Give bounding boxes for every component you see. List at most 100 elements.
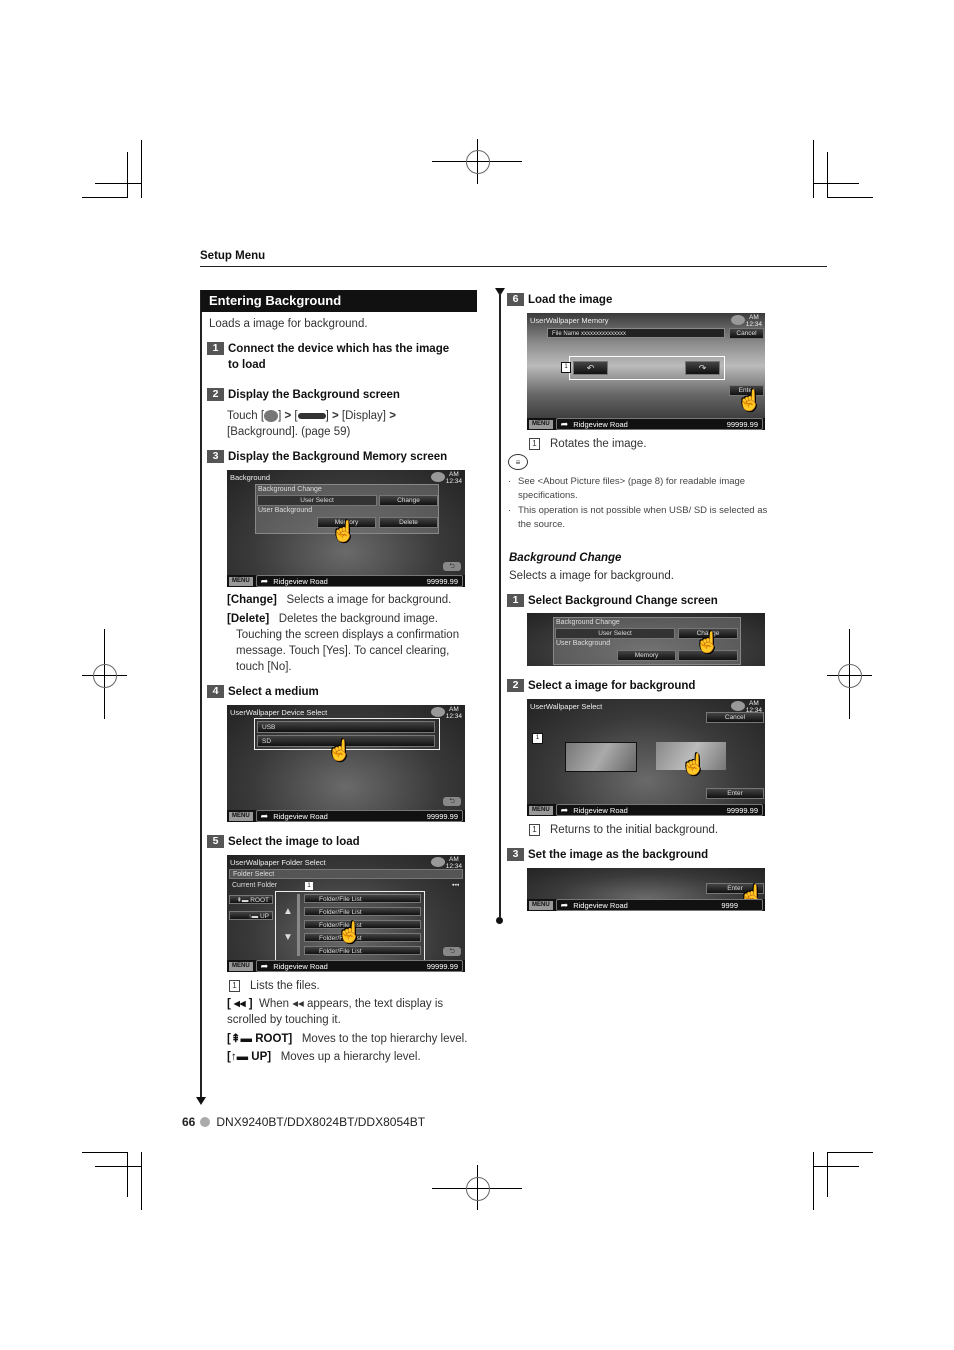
clock: AM 12:34 [445,471,462,485]
crop-mark [827,197,873,198]
back-button[interactable]: ⮌ [443,947,461,956]
menu-button[interactable]: MENU [529,900,553,910]
callout-note: 1 Lists the files. [229,978,479,994]
road-name: Ridgeview Road [273,961,328,971]
screen-title: UserWallpaper Select [530,702,603,711]
file-list-item[interactable]: Folder/File List [304,920,421,929]
group-label: User Background [556,640,611,647]
distance: 9999 [721,900,738,910]
file-list-item[interactable]: Folder/File List [304,946,421,955]
globe-icon[interactable] [731,315,745,325]
distance: 99999.99 [426,811,458,821]
step-number: 1 [207,342,224,355]
file-name-field: File Name xxxxxxxxxxxxxxx [547,328,725,338]
rotate-left-button[interactable]: ↶ [573,361,608,375]
step-6: 6 Load the image [507,292,612,308]
pointing-hand-icon: ☝ [327,740,352,762]
scroll-down-icon[interactable]: ▼ [283,932,293,943]
menu-button[interactable]: MENU [229,576,253,586]
status-bar: MENU ➦ Ridgeview Road 99999.99 [227,960,465,972]
nav-info[interactable]: ➦ Ridgeview Road 99999.99 [555,418,763,430]
scrollbar[interactable] [297,894,300,956]
step-title: Connect the device which has the image [228,343,450,355]
menu-button[interactable]: MENU [529,419,553,429]
enter-button[interactable]: Enter [706,788,764,799]
change-button[interactable]: Change [379,495,438,506]
notes-list: See <About Picture files> (page 8) for r… [508,475,770,533]
nav-info[interactable]: ➦ Ridgeview Road 99999.99 [555,804,763,816]
header-rule [200,266,827,267]
memory-button[interactable]: Memory [617,650,676,661]
chevron-icon: > [331,410,339,422]
pointing-hand-icon: ☝ [681,754,706,776]
file-list-item[interactable]: Folder/File List [304,933,421,942]
scroll-up-icon[interactable]: ▲ [283,906,293,917]
subsection-intro: Selects a image for background. [509,570,674,582]
step-title: to load [228,359,266,371]
group-label: Background Change [258,486,322,493]
section-title: Entering Background [201,290,477,312]
model-numbers: DNX9240BT/DDX8024BT/DDX8054BT [216,1115,426,1129]
menu-button[interactable]: MENU [229,961,253,971]
device-usb[interactable]: USB [257,721,435,733]
label: UP [259,913,269,920]
root-button[interactable]: ⇞▬ ROOT [229,895,273,904]
nav-info[interactable]: ➦ Ridgeview Road 99999.99 [255,575,463,587]
step-bg-2: 2 Select a image for background [507,678,695,694]
road-name: Ridgeview Road [573,805,628,815]
menu-button[interactable]: MENU [229,811,253,821]
step-3: 3 Display the Background Memory screen [207,449,447,465]
nav-info[interactable]: ➦ Ridgeview Road 99999.99 [255,810,463,822]
callout-note: 1 Returns to the initial background. [529,822,718,838]
globe-icon[interactable] [731,701,745,711]
step-title: Display the Background Memory screen [228,451,448,463]
pointing-hand-icon: ☝ [737,390,762,412]
up-folder-icon: ↑▬ [230,1051,249,1063]
nav-info[interactable]: ➦ Ridgeview Road 99999.99 [255,960,463,972]
group-label: User Background [258,507,313,514]
note-item: See <About Picture files> (page 8) for r… [508,475,770,503]
status-bar: MENU ➦ Ridgeview Road 9999 [527,899,765,911]
scroll-icon[interactable]: ◂◂◂ [451,882,459,888]
distance: 99999.99 [726,805,758,815]
back-button[interactable]: ⮌ [443,797,461,806]
rotate-right-button[interactable]: ↷ [685,361,720,375]
turn-right-icon: ➦ [260,810,269,821]
status-bar: MENU ➦ Ridgeview Road 99999.99 [227,575,465,587]
user-select-field[interactable]: User Select [555,628,675,639]
section-label: Setup Menu [200,250,266,262]
file-list-item[interactable]: Folder/File List [304,894,421,903]
crop-mark [827,1152,828,1197]
up-button[interactable]: ↑▬ UP [229,911,273,920]
note-item: This operation is not possible when USB/… [508,504,770,532]
screen-set-background: Enter ☝ MENU ➦ Ridgeview Road 9999 [527,868,765,911]
clock: AM 12:34 [745,314,762,328]
crop-mark [95,183,142,184]
step-title: Select a image for background [528,680,696,692]
globe-icon[interactable] [431,472,445,482]
text: [Display] [338,410,390,422]
globe-icon[interactable] [431,857,445,867]
globe-icon[interactable] [431,707,445,717]
cancel-button[interactable]: Cancel [706,712,764,723]
nav-info[interactable]: ➦ Ridgeview Road 9999 [555,899,763,911]
cancel-button[interactable]: Cancel [729,328,764,339]
status-bar: MENU ➦ Ridgeview Road 99999.99 [527,418,765,430]
folder-select-label: Folder Select [229,869,463,879]
clock: AM 12:34 [445,856,462,870]
screen-title: Background [230,473,271,482]
step-number: 2 [507,679,524,692]
step-title: Select a medium [228,686,319,698]
delete-button[interactable]: Delete [379,517,438,528]
step-number: 3 [207,450,224,463]
initial-background-thumbnail[interactable] [565,742,637,772]
back-button[interactable]: ⮌ [443,562,461,571]
file-list-item[interactable]: Folder/File List [304,907,421,916]
page-number: 66 [182,1115,196,1129]
label: [ ◂◂ ] [227,998,253,1010]
step-title: Select Background Change screen [528,595,718,607]
user-select-field[interactable]: User Select [257,495,377,506]
callout-marker: 1 [561,362,571,373]
menu-button[interactable]: MENU [529,805,553,815]
up-note: [↑▬ UP] Moves up a hierarchy level. [227,1051,421,1063]
